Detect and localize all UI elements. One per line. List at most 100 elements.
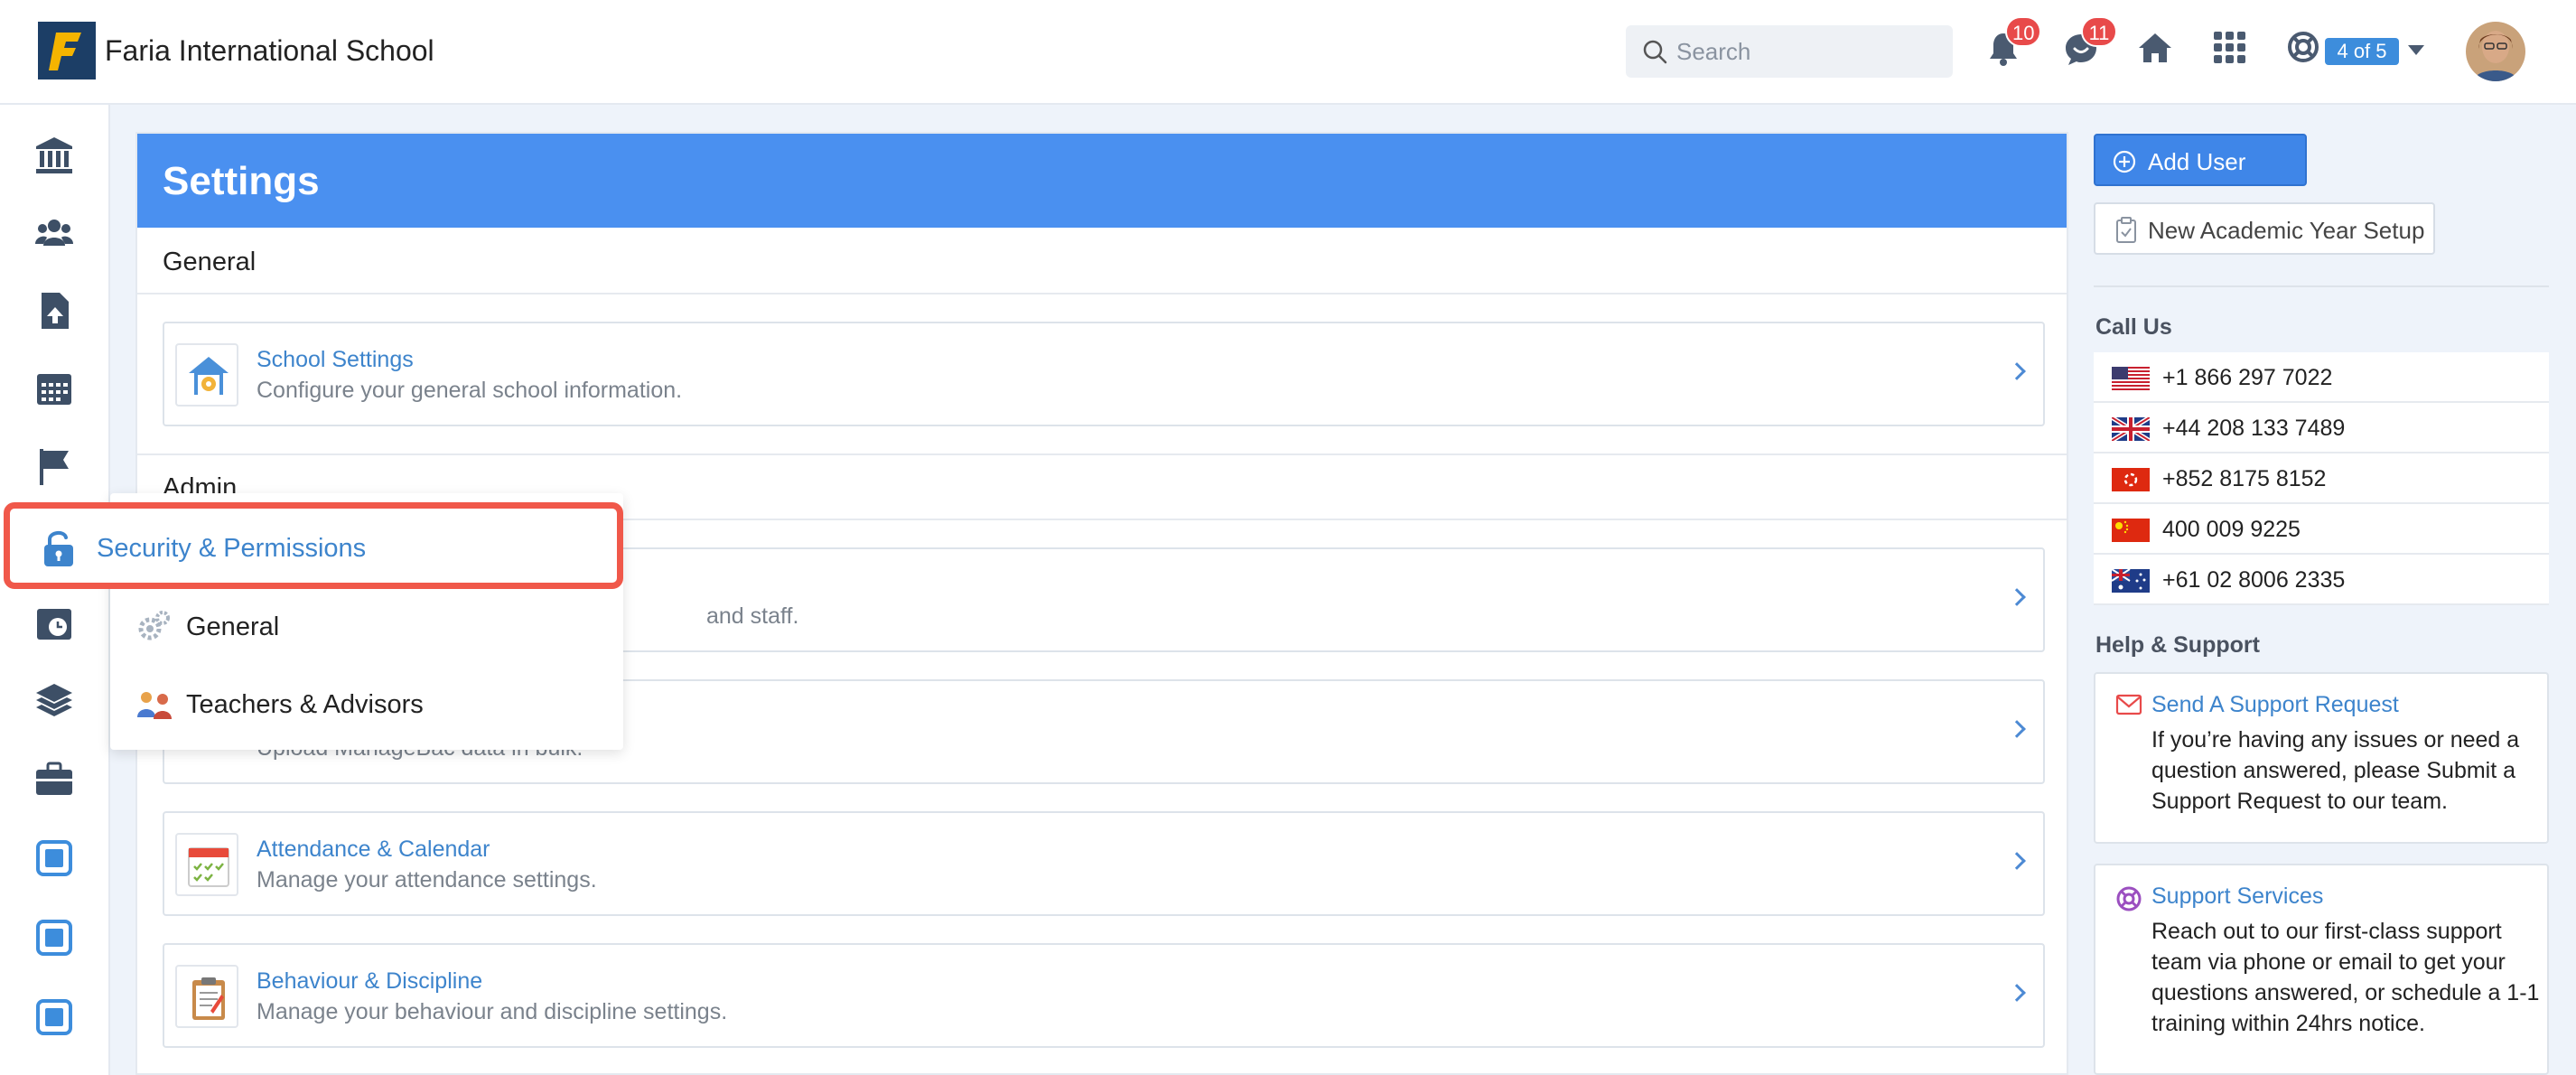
support-services-link[interactable]: Support Services	[2151, 883, 2323, 910]
divider	[2094, 285, 2549, 287]
messages-button[interactable]: 11	[2063, 16, 2117, 72]
avatar-photo-icon	[2466, 22, 2525, 81]
myp-icon	[36, 999, 72, 1035]
sidebar-item-myp[interactable]	[34, 997, 74, 1037]
users-icon	[35, 220, 73, 246]
chevron-right-icon	[2008, 852, 2026, 870]
briefcase-icon	[36, 762, 72, 795]
support-request-card: Send A Support Request If you’re having …	[2094, 672, 2549, 844]
school-house-icon	[189, 357, 229, 395]
card-behaviour-discipline[interactable]: Behaviour & Discipline Manage your behav…	[163, 943, 2045, 1048]
call-us-heading: Call Us	[2095, 314, 2172, 340]
sidebar-item-flag[interactable]	[34, 446, 74, 486]
grid-apps-icon	[2214, 32, 2245, 63]
section-general-title: General	[163, 248, 257, 276]
teachers-icon	[137, 692, 172, 719]
progress-pill[interactable]: 4 of 5	[2325, 38, 2399, 65]
add-user-button[interactable]: Add User	[2094, 134, 2307, 186]
sidebar-item-schedule[interactable]	[34, 603, 74, 643]
lifebuoy-icon	[2116, 886, 2142, 911]
card-description: Manage your behaviour and discipline set…	[257, 999, 728, 1024]
sidebar-item-briefcase[interactable]	[34, 759, 74, 799]
sidebar-item-upload[interactable]	[34, 291, 74, 331]
chevron-right-icon	[2008, 984, 2026, 1002]
support-services-text: Reach out to our first-class support tea…	[2151, 919, 2540, 1036]
user-avatar[interactable]	[2466, 22, 2525, 81]
clipboard-icon	[192, 977, 225, 1020]
us-flag-icon	[2112, 367, 2150, 390]
card-title[interactable]: Behaviour & Discipline	[257, 968, 482, 995]
layers-icon	[36, 684, 72, 716]
card-title[interactable]: Attendance & Calendar	[257, 837, 490, 863]
sidebar-item-users[interactable]	[34, 213, 74, 253]
gears-icon	[138, 611, 170, 640]
search-input[interactable]	[1676, 25, 1938, 78]
card-school-settings[interactable]: School Settings Configure your general s…	[163, 322, 2045, 426]
calendar-clock-icon	[37, 609, 71, 640]
clipboard-check-icon	[2116, 217, 2136, 243]
phone-row-au[interactable]: +61 02 8006 2335	[2094, 555, 2549, 605]
cp-icon	[36, 920, 72, 956]
phone-row-us[interactable]: +1 866 297 7022	[2094, 352, 2549, 403]
search-icon	[1643, 40, 1667, 64]
support-lifebuoy-button[interactable]	[2287, 31, 2329, 72]
support-request-link[interactable]: Send A Support Request	[2151, 692, 2399, 718]
sidebar-item-layers[interactable]	[34, 681, 74, 721]
sidebar-item-school[interactable]	[34, 136, 74, 175]
flyout-item-label: General	[186, 612, 280, 641]
divider	[137, 453, 2067, 455]
sidebar	[0, 105, 110, 1075]
new-academic-year-label: New Academic Year Setup	[2148, 217, 2425, 244]
card-description: Manage your attendance settings.	[257, 867, 597, 893]
attendance-calendar-icon	[188, 847, 229, 887]
dp-icon	[36, 840, 72, 876]
chevron-down-icon[interactable]	[2408, 45, 2424, 55]
flag-icon	[40, 449, 69, 485]
card-title[interactable]: School Settings	[257, 347, 414, 373]
sidebar-item-calendar[interactable]	[34, 369, 74, 408]
home-icon	[2139, 33, 2171, 62]
phone-number: +44 208 133 7489	[2162, 416, 2346, 441]
phone-list: +1 866 297 7022 +44 208 133 7489 +852 81…	[2094, 352, 2549, 605]
search-box[interactable]	[1626, 25, 1953, 78]
flyout-item-security-permissions[interactable]: Security & Permissions	[4, 502, 623, 589]
school-name[interactable]: Faria International School	[105, 34, 434, 68]
calendar-icon	[37, 374, 71, 405]
sidebar-item-cp[interactable]	[34, 918, 74, 958]
notifications-badge: 10	[2005, 16, 2042, 47]
chevron-right-icon	[2008, 588, 2026, 606]
uk-flag-icon	[2112, 417, 2150, 441]
top-bar: Faria International School 10 11	[0, 0, 2576, 105]
au-flag-icon	[2112, 569, 2150, 593]
bank-icon	[36, 137, 72, 173]
home-button[interactable]	[2137, 31, 2179, 72]
new-academic-year-button[interactable]: New Academic Year Setup	[2094, 202, 2435, 255]
plus-circle-icon	[2113, 150, 2136, 173]
hk-flag-icon	[2112, 468, 2150, 491]
file-upload-icon	[42, 293, 69, 329]
messages-badge: 11	[2081, 16, 2117, 47]
phone-number: 400 009 9225	[2162, 517, 2301, 542]
card-attendance-calendar[interactable]: Attendance & Calendar Manage your attend…	[163, 811, 2045, 916]
chevron-right-icon	[2008, 362, 2026, 380]
support-request-text: If you’re having any issues or need a qu…	[2151, 727, 2520, 814]
phone-row-cn[interactable]: 400 009 9225	[2094, 504, 2549, 555]
sidebar-item-dp[interactable]	[34, 838, 74, 878]
add-user-label: Add User	[2148, 148, 2246, 175]
flyout-item-label: Teachers & Advisors	[186, 690, 424, 719]
card-description: Configure your general school informatio…	[257, 378, 683, 403]
apps-button[interactable]	[2213, 31, 2254, 72]
lifebuoy-icon	[2288, 32, 2319, 62]
phone-row-hk[interactable]: +852 8175 8152	[2094, 453, 2549, 504]
divider	[137, 293, 2067, 294]
notifications-button[interactable]: 10	[1987, 16, 2042, 72]
faria-logo-icon	[38, 22, 96, 79]
help-support-heading: Help & Support	[2095, 632, 2260, 658]
school-logo[interactable]	[38, 22, 96, 79]
support-services-card: Support Services Reach out to our first-…	[2094, 864, 2549, 1075]
flyout-item-label: Security & Permissions	[97, 534, 367, 563]
phone-row-uk[interactable]: +44 208 133 7489	[2094, 403, 2549, 453]
card-icon-frame	[175, 965, 238, 1028]
card-icon-frame	[175, 343, 238, 407]
phone-number: +1 866 297 7022	[2162, 365, 2333, 390]
